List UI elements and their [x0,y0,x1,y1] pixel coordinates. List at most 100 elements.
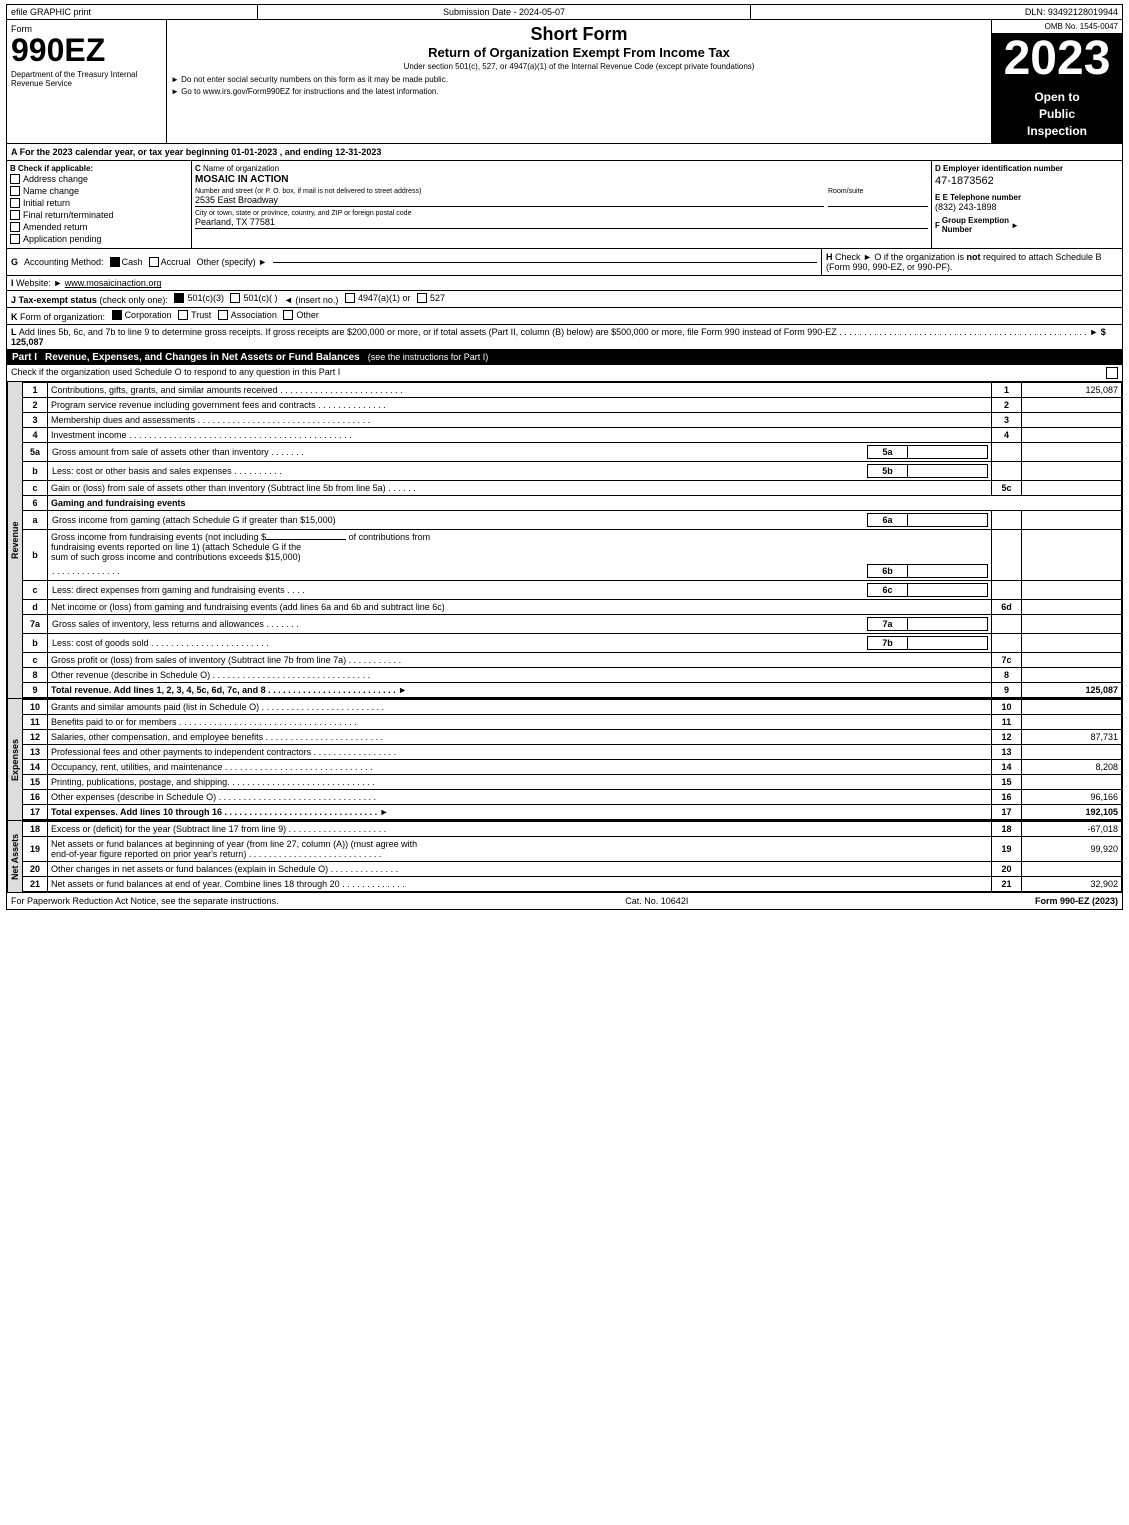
net-assets-table-wrapper: 18 Excess or (deficit) for the year (Sub… [22,821,1122,892]
accounting-label: Accounting Method: [24,257,104,267]
checkbox-final-return-label: Final return/terminated [23,210,114,220]
table-row: 8 Other revenue (describe in Schedule O)… [23,668,1122,683]
checkbox-name-change[interactable]: Name change [10,185,188,197]
checkbox-app-pending-box [10,234,20,244]
section-gh: G Accounting Method: Cash Accrual Other … [6,249,1123,276]
efile-label: efile GRAPHIC print [7,5,258,19]
part1-check-box[interactable] [1106,367,1118,379]
short-form-title: Short Form [171,24,987,45]
table-row: 5a Gross amount from sale of assets othe… [23,443,1122,462]
section-j: J Tax-exempt status (check only one): 50… [6,291,1123,308]
checkbox-initial-return-label: Initial return [23,198,70,208]
part1-check-text: Check if the organization used Schedule … [11,367,340,379]
checkbox-app-pending-label: Application pending [23,234,102,244]
table-row: c Less: direct expenses from gaming and … [23,581,1122,600]
section-h-text: Check ► O if the organization is not req… [826,252,1102,272]
table-row: 7a Gross sales of inventory, less return… [23,615,1122,634]
form-org-label: Form of organization: [20,312,105,322]
expenses-side-label: Expenses [7,699,22,820]
room-value [828,195,928,207]
group-arrow: ► [1011,221,1019,230]
group-label: Group ExemptionNumber [942,216,1009,234]
section-d: D Employer identification number 47-1873… [932,161,1122,248]
address-value: 2535 East Broadway [195,195,824,207]
section-l-text: Add lines 5b, 6c, and 7b to line 9 to de… [19,327,837,337]
dln: DLN: 93492128019944 [751,5,1122,19]
other-label: Other (specify) ► [197,257,267,267]
checkbox-initial-return-box [10,198,20,208]
cash-label: Cash [122,257,143,267]
j-501c3-checkbox [174,293,184,303]
part1-see-instructions: (see the instructions for Part I) [368,352,489,363]
net-assets-side-label: Net Assets [7,821,22,892]
tax-exempt-label: Tax-exempt status (check only one): [19,295,168,305]
k-corp-label: Corporation [125,310,172,320]
year-badge: 2023 [992,33,1122,85]
submission-date: Submission Date - 2024-05-07 [258,5,751,19]
table-row: 12 Salaries, other compensation, and emp… [23,730,1122,745]
table-row: d Net income or (loss) from gaming and f… [23,600,1122,615]
k-corp-checkbox [112,310,122,320]
return-title: Return of Organization Exempt From Incom… [171,45,987,60]
checkbox-final-return-box [10,210,20,220]
under-section: Under section 501(c), 527, or 4947(a)(1)… [171,62,987,71]
page: efile GRAPHIC print Submission Date - 20… [0,0,1129,914]
j-501c-checkbox [230,293,240,303]
revenue-table-wrapper: 1 Contributions, gifts, grants, and simi… [22,382,1122,698]
table-row: 13 Professional fees and other payments … [23,745,1122,760]
table-row: 19 Net assets or fund balances at beginn… [23,837,1122,862]
net-assets-table: 18 Excess or (deficit) for the year (Sub… [22,821,1122,892]
checkbox-amended-return-label: Amended return [23,222,88,232]
checkbox-name-change-box [10,186,20,196]
go-to-irs: ► Go to www.irs.gov/Form990EZ for instru… [171,87,439,96]
checkbox-address-change-box [10,174,20,184]
table-row: b Less: cost of goods sold . . . . . . .… [23,634,1122,653]
net-assets-section: Net Assets 18 Excess or (deficit) for th… [6,821,1123,893]
room-label: Room/suite [828,188,928,195]
checkbox-final-return[interactable]: Final return/terminated [10,209,188,221]
cash-option[interactable]: Cash [110,257,143,267]
section-c: C Name of organization MOSAIC IN ACTION … [192,161,932,248]
k-other-checkbox [283,310,293,320]
section-a: A For the 2023 calendar year, or tax yea… [6,144,1123,161]
part1-header: Part I Revenue, Expenses, and Changes in… [6,350,1123,365]
ein-label: Employer identification number [943,164,1063,173]
checkbox-app-pending[interactable]: Application pending [10,233,188,245]
part1-label: Part I [12,352,37,363]
footer-left: For Paperwork Reduction Act Notice, see … [11,896,279,906]
table-row: 6 Gaming and fundraising events [23,496,1122,511]
table-row: c Gross profit or (loss) from sales of i… [23,653,1122,668]
table-row: 3 Membership dues and assessments . . . … [23,413,1122,428]
revenue-side-label: Revenue [7,382,22,698]
city-value: Pearland, TX 77581 [195,217,928,229]
section-b-title: Check if applicable: [18,164,93,173]
city-label: City or town, state or province, country… [195,210,928,217]
website-url[interactable]: www.mosaicinaction.org [65,278,162,288]
table-row: a Gross income from gaming (attach Sched… [23,511,1122,530]
k-other-label: Other [296,310,319,320]
checkbox-address-change[interactable]: Address change [10,173,188,185]
checkbox-name-change-label: Name change [23,186,79,196]
ein-value: 47-1873562 [935,175,1119,187]
k-assoc-label: Association [231,310,277,320]
checkbox-initial-return[interactable]: Initial return [10,197,188,209]
address-label: Number and street (or P. O. box, if mail… [195,188,824,195]
section-l: L Add lines 5b, 6c, and 7b to line 9 to … [6,325,1123,350]
part1-check-row: Check if the organization used Schedule … [6,365,1123,382]
open-public-badge: Open toPublicInspection [992,85,1122,143]
j-527-label: 527 [430,293,445,303]
footer-center: Cat. No. 10642I [625,896,688,906]
table-row: b Gross income from fundraising events (… [23,530,1122,581]
accrual-option[interactable]: Accrual [149,257,191,267]
j-527-checkbox [417,293,427,303]
do-not-enter: ► Do not enter social security numbers o… [171,75,448,84]
checkbox-amended-return[interactable]: Amended return [10,221,188,233]
page-footer: For Paperwork Reduction Act Notice, see … [6,893,1123,910]
footer-right: Form 990-EZ (2023) [1035,896,1118,906]
dept: Department of the Treasury Internal Reve… [11,70,162,88]
expenses-section: Expenses 10 Grants and similar amounts p… [6,699,1123,821]
name-label: Name of organization [203,164,279,173]
k-trust-label: Trust [191,310,211,320]
section-l-dots: . . . . . . . . . . . . . . . . . . . . … [839,327,1089,337]
cash-checkbox [110,257,120,267]
